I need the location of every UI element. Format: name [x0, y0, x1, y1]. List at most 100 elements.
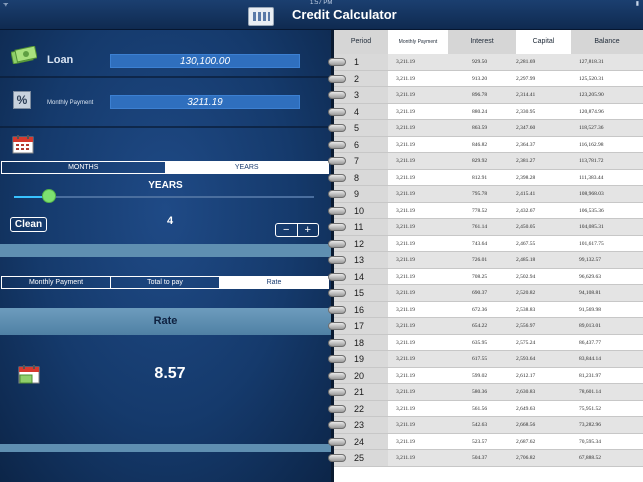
table-row: 18 3,211.19 635.95 2,575.24 86,437.77: [328, 334, 643, 351]
header-period: Period: [334, 30, 388, 54]
toggle-total-to-pay[interactable]: Total to pay: [111, 277, 220, 288]
cell-monthly-payment: 3,211.19: [396, 92, 416, 98]
divider: [0, 76, 331, 78]
cell-monthly-payment: 3,211.19: [396, 240, 416, 247]
header-monthly-payment: Monthly Payment: [388, 30, 448, 54]
cell-interest: 580.36: [472, 389, 488, 395]
binder-ring-icon: [328, 256, 346, 264]
cell-interest: 561.56: [472, 405, 488, 412]
cell-capital: 2,281.69: [516, 59, 536, 65]
table-row: 9 3,211.19 795.78 2,415.41 108,968.03: [328, 186, 643, 203]
cell-capital: 2,381.27: [516, 158, 536, 164]
cell-monthly-payment: 3,211.19: [396, 273, 416, 280]
cell-balance: 91,569.98: [579, 306, 601, 313]
toggle-years[interactable]: YEARS: [165, 162, 328, 173]
cell-interest: 863.59: [472, 125, 488, 131]
cell-balance: 127,818.31: [579, 59, 604, 65]
cell-monthly-payment: 3,211.19: [396, 59, 416, 65]
binder-ring-icon: [328, 107, 346, 116]
binder-ring-icon: [328, 371, 346, 380]
cell-interest: 672.36: [472, 306, 488, 313]
table-row: 22 3,211.19 561.56 2,649.63 75,951.52: [328, 400, 643, 417]
cell-monthly-payment: 3,211.19: [396, 174, 416, 181]
toggle-rate[interactable]: Rate: [220, 277, 328, 288]
money-icon: [11, 46, 37, 64]
cell-interest: 846.82: [472, 141, 488, 148]
cell-capital: 2,297.99: [516, 75, 536, 82]
calendar-icon: [12, 135, 34, 154]
rate-value: 8.57: [154, 365, 186, 382]
cell-interest: 880.24: [472, 108, 488, 115]
cell-interest: 542.63: [472, 422, 488, 428]
cell-monthly-payment: 3,211.19: [396, 207, 416, 214]
binder-ring-icon: [328, 91, 346, 99]
wifi-icon: ᯤ: [3, 2, 9, 8]
cell-capital: 2,415.41: [516, 191, 536, 197]
stepper-minus-button[interactable]: −: [276, 224, 298, 236]
toggle-monthly-payment[interactable]: Monthly Payment: [2, 277, 111, 288]
binder-ring-icon: [328, 454, 346, 462]
table-row: 7 3,211.19 829.92 2,381.27 113,781.72: [328, 153, 643, 170]
cell-monthly-payment: 3,211.19: [396, 75, 416, 82]
binder-ring-icon: [328, 74, 346, 83]
cell-interest: 523.57: [472, 438, 488, 445]
loan-input[interactable]: 130,100.00: [110, 54, 300, 68]
years-slider-knob[interactable]: [42, 189, 56, 203]
cell-monthly-payment: 3,211.19: [396, 422, 416, 428]
stepper-plus-button[interactable]: +: [298, 224, 319, 236]
binder-ring-icon: [328, 437, 346, 446]
cell-capital: 2,630.83: [516, 389, 536, 395]
binder-ring-icon: [328, 190, 346, 198]
table-body[interactable]: 1 3,211.19 929.50 2,281.69 127,818.31 2 3,211.…: [328, 54, 643, 467]
cell-monthly-payment: 3,211.19: [396, 158, 416, 164]
cell-monthly-payment: 3,211.19: [396, 125, 416, 131]
cell-interest: 617.55: [472, 356, 488, 362]
cell-monthly-payment: 3,211.19: [396, 108, 416, 115]
header-capital: Capital: [516, 30, 571, 54]
table-row: 8 3,211.19 812.91 2,398.28 111,383.44: [328, 169, 643, 186]
table-row: 2 3,211.19 913.20 2,297.99 125,520.31: [328, 70, 643, 87]
cell-capital: 2,450.05: [516, 224, 536, 230]
cell-monthly-payment: 3,211.19: [396, 438, 416, 445]
table-row: 19 3,211.19 617.55 2,593.64 83,844.14: [328, 351, 643, 368]
cell-balance: 125,520.31: [579, 75, 604, 82]
binder-ring-icon: [328, 289, 346, 297]
binder-ring-icon: [328, 239, 346, 248]
cell-interest: 504.37: [472, 455, 488, 461]
cell-balance: 89,013.01: [579, 323, 601, 329]
cell-interest: 708.25: [472, 273, 488, 280]
cell-balance: 104,085.31: [579, 224, 604, 230]
calculator-app-icon: [248, 7, 274, 26]
cell-balance: 75,951.52: [579, 405, 601, 412]
toggle-months[interactable]: MONTHS: [2, 162, 166, 173]
binder-ring-icon: [328, 223, 346, 231]
cell-balance: 113,781.72: [579, 158, 604, 164]
clean-button[interactable]: Clean: [10, 217, 47, 232]
binder-ring-icon: [328, 355, 346, 363]
cell-balance: 99,132.57: [579, 257, 601, 263]
monthly-payment-input[interactable]: 3211.19: [110, 95, 300, 109]
cell-balance: 116,162.98: [579, 141, 604, 148]
binder-ring-icon: [328, 404, 346, 413]
years-slider-track[interactable]: [14, 196, 314, 198]
cell-balance: 81,231.97: [579, 372, 601, 379]
cell-capital: 2,347.60: [516, 125, 536, 131]
table-row: 23 3,211.19 542.63 2,668.56 73,282.96: [328, 417, 643, 434]
table-row: 16 3,211.19 672.36 2,538.83 91,569.98: [328, 301, 643, 318]
cell-monthly-payment: 3,211.19: [396, 405, 416, 412]
cell-capital: 2,706.82: [516, 455, 536, 461]
cell-interest: 812.91: [472, 174, 488, 181]
cell-monthly-payment: 3,211.19: [396, 323, 416, 329]
cell-monthly-payment: 3,211.19: [396, 141, 416, 148]
cell-interest: 599.02: [472, 372, 488, 379]
binder-ring-icon: [328, 388, 346, 396]
cell-interest: 654.22: [472, 323, 488, 329]
table-row: 11 3,211.19 761.14 2,450.05 104,085.31: [328, 219, 643, 236]
table-row: 24 3,211.19 523.57 2,687.62 70,595.34: [328, 433, 643, 450]
cell-capital: 2,485.18: [516, 257, 536, 263]
section-band: [0, 244, 331, 257]
cell-balance: 83,844.14: [579, 356, 601, 362]
cell-capital: 2,668.56: [516, 422, 536, 428]
binder-ring-icon: [328, 157, 346, 165]
cell-balance: 78,601.14: [579, 389, 601, 395]
